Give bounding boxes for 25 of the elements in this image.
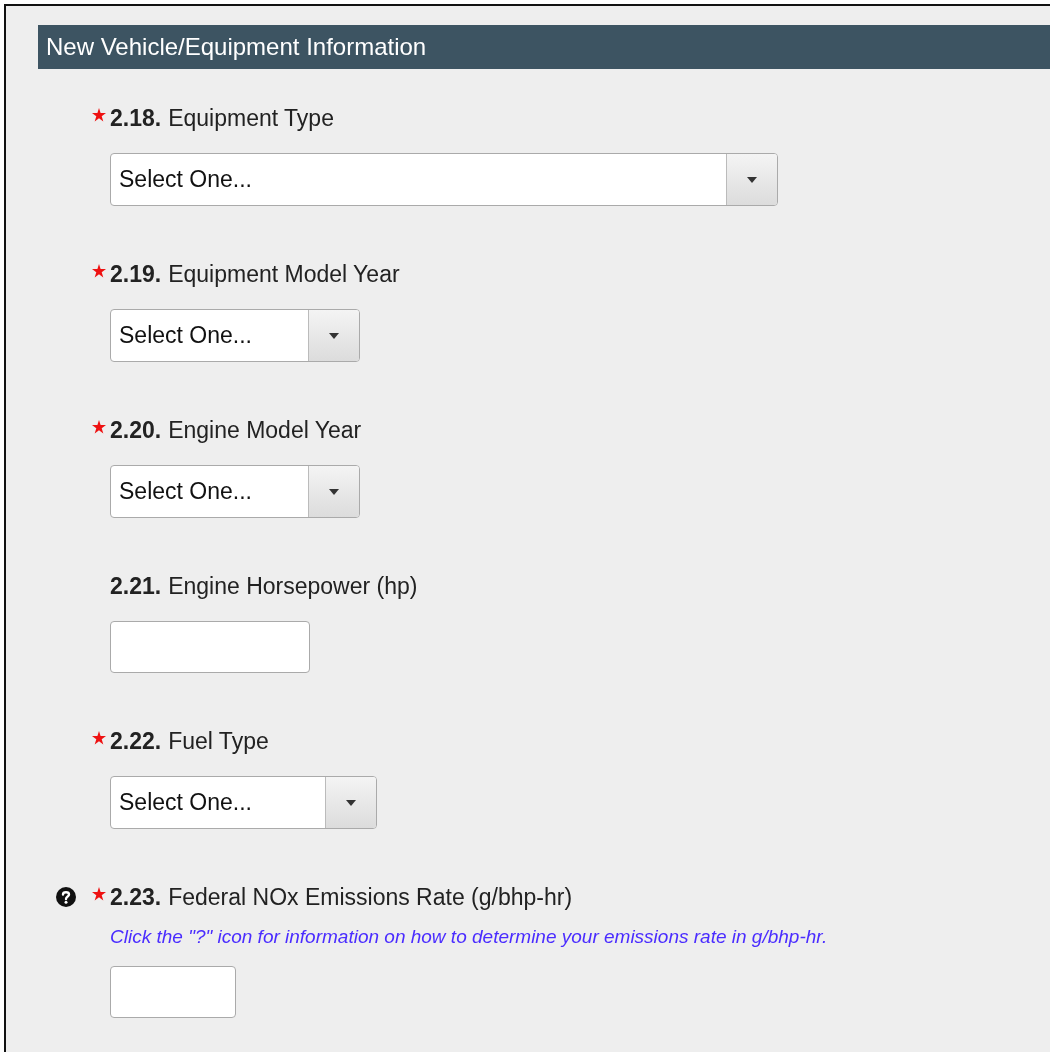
field-label: Equipment Model Year — [168, 260, 400, 288]
dropdown-field[interactable]: Select One... — [110, 309, 360, 362]
dropdown-field[interactable]: Select One... — [110, 153, 778, 206]
field-label: Equipment Type — [168, 104, 334, 132]
dropdown-field[interactable]: Select One... — [110, 465, 360, 518]
field-number: 2.18. — [110, 104, 162, 132]
caret-icon — [329, 332, 339, 339]
field-label: Fuel Type — [168, 727, 269, 755]
hint-text: Click the "?" icon for information on how to determine your emissions rate in g/bhp-hr. — [110, 926, 829, 948]
input-field[interactable] — [110, 966, 236, 1018]
field-number: 2.22. — [110, 727, 162, 755]
caret-icon — [329, 488, 339, 495]
caret-icon — [346, 799, 356, 806]
dropdown-field[interactable]: Select One... — [110, 776, 377, 829]
field-label: Engine Model Year — [168, 416, 362, 444]
section-header: New Vehicle/Equipment Information — [38, 25, 1050, 69]
field-number: 2.20. — [110, 416, 162, 444]
field-number: 2.21. — [110, 572, 162, 600]
field-label: Federal NOx Emissions Rate (g/bhp-hr) — [168, 883, 573, 911]
field-number: 2.23. — [110, 883, 162, 911]
field-label: Engine Horsepower (hp) — [168, 572, 418, 600]
help-icon[interactable] — [56, 887, 76, 907]
input-field[interactable] — [110, 621, 310, 673]
caret-icon — [747, 176, 757, 183]
field-number: 2.19. — [110, 260, 162, 288]
